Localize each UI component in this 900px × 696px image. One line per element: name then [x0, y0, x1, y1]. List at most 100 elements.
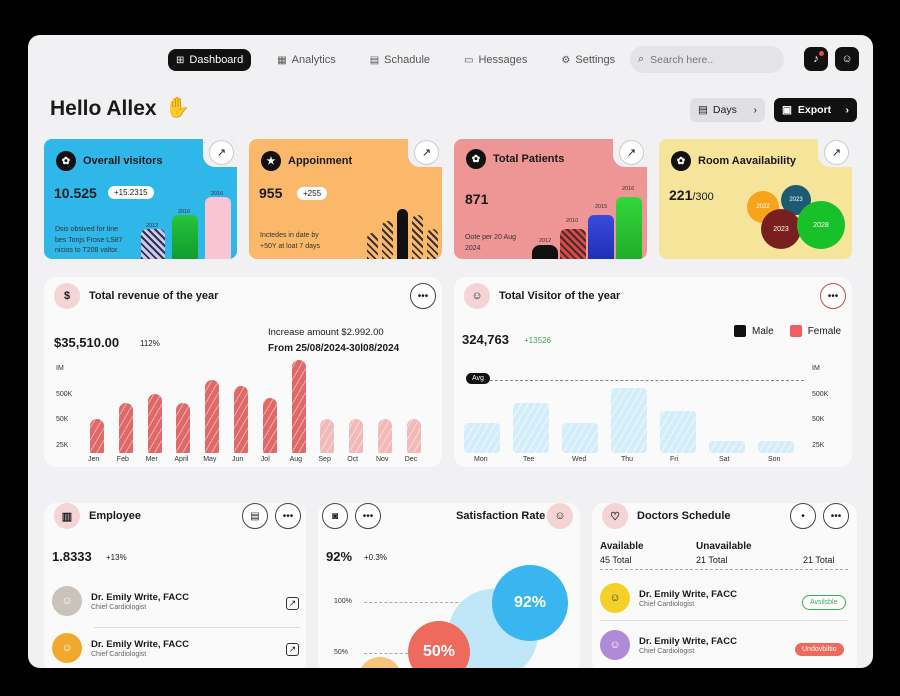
arrow-up-right-icon[interactable]: ↗	[619, 140, 644, 165]
unavailable-label: Unavailable	[696, 541, 752, 552]
employee-change: +13%	[106, 553, 127, 562]
export-button[interactable]: ▣ Export ›	[774, 98, 857, 122]
revenue-bar	[378, 419, 392, 453]
x-label: Aug	[289, 456, 303, 463]
card-room-availability[interactable]: ✿ Room Aavailability ↗ 221/300 2022 2023 …	[659, 139, 852, 259]
arrow-up-right-icon[interactable]: ↗	[209, 140, 234, 165]
y-label: 25K	[812, 442, 825, 449]
rooms-used: 221	[669, 187, 693, 203]
doctor-role: Chief Cardiologist	[639, 647, 695, 655]
arrow-up-right-icon[interactable]: ↗	[286, 597, 299, 610]
more-options-button[interactable]: •••	[410, 283, 436, 309]
user-icon: ☺	[841, 53, 853, 65]
card-overall-visitors[interactable]: ✿ Overall visitors ↗ 10.525 +15.2315 Dsis…	[44, 139, 237, 259]
bar-label: 2015	[595, 204, 608, 210]
avatar: ☺	[52, 586, 82, 616]
card-note: Oote per 20 Aug 2024	[465, 233, 516, 254]
toggle-button[interactable]: •	[790, 503, 816, 529]
employee-row[interactable]: ☺ Dr. Emily Write, FACC Chief Cardiologis…	[52, 633, 189, 663]
doctor-row[interactable]: ☺ Dr. Emily Write, FACC Chief Cardiologis…	[600, 583, 737, 613]
card-note: Dsis obsived for tine bes Tonjs Frose LS8…	[55, 225, 123, 257]
note-line: Dsis obsived for tine	[55, 226, 119, 233]
doctor-info: Dr. Emily Write, FACC Chief Cardiologist	[639, 636, 737, 655]
bar-label: 2016	[211, 191, 224, 197]
arrow-up-right-icon[interactable]: ↗	[824, 140, 849, 165]
avatar: ☺	[600, 630, 630, 660]
x-label: Sep	[318, 456, 331, 463]
card-value: 871	[465, 191, 489, 207]
panel-header: ☺ Total Visitor of the year	[464, 283, 620, 309]
employee-panel: ▥ Employee ▤ ••• 1.8333 +13% ☺ Dr. Emily …	[44, 503, 306, 668]
note-line: Oote per 20 Aug	[465, 234, 516, 241]
x-label: Jen	[88, 456, 100, 463]
satisfaction-value: 92%	[326, 549, 353, 564]
bubble-decor	[358, 657, 402, 668]
divider	[600, 569, 848, 570]
satisfaction-panel: ◙ ••• Satisfaction Rate ☺ 92% +0.3% 100%…	[318, 503, 580, 668]
nav-schedule[interactable]: ▤ Schadule	[362, 49, 438, 71]
nav-analytics-label: Analytics	[291, 54, 336, 66]
panel-header: ♡ Doctors Schedule	[602, 503, 731, 529]
notification-button[interactable]: ♪	[804, 47, 828, 71]
employee-info: Dr. Emily Write, FACC Chief Cardiologist	[91, 592, 189, 611]
card-header: ✿ Room Aavailability	[671, 151, 796, 171]
doctor-row[interactable]: ☺ Dr. Emily Write, FACC Chief Cardiologis…	[600, 630, 737, 660]
revenue-bar	[147, 393, 162, 453]
x-label: April	[174, 456, 189, 463]
y-label: 50%	[334, 649, 349, 656]
y-label: 100%	[334, 598, 352, 605]
nav-messages-label: Hessages	[478, 54, 528, 66]
nav-messages[interactable]: ▭ Hessages	[456, 49, 535, 71]
nav-analytics[interactable]: ▦ Analytics	[269, 49, 343, 71]
gear-icon: ⚙	[561, 54, 571, 66]
x-label: Jol	[260, 456, 270, 463]
legend-male: Male	[752, 325, 774, 337]
note-line: bes Tonjs Frose LS87	[55, 236, 123, 244]
revenue-bar	[118, 402, 133, 453]
arrow-up-right-icon[interactable]: ↗	[414, 140, 439, 165]
revenue-panel: $ Total revenue of the year ••• $35,510.0…	[44, 277, 442, 467]
room-bubble: 2028	[797, 201, 845, 249]
days-button[interactable]: ▤ Days ›	[690, 98, 765, 122]
more-options-button[interactable]: •••	[275, 503, 301, 529]
employee-name: Dr. Emily Write, FACC	[91, 591, 190, 603]
more-options-button[interactable]: •••	[820, 283, 846, 309]
more-options-button[interactable]: •••	[355, 503, 381, 529]
revenue-bar	[176, 402, 191, 453]
top-nav: ⊞ Dashboard ▦ Analytics ▤ Schadule ▭ Hessage…	[168, 47, 623, 73]
patients-bar	[588, 215, 614, 259]
calendar-button[interactable]: ▤	[242, 503, 268, 529]
card-header: ★ Appoinment	[261, 151, 352, 171]
more-icon: •••	[282, 510, 294, 522]
arrow-up-right-icon[interactable]: ↗	[286, 643, 299, 656]
revenue-bar	[291, 360, 306, 453]
nav-settings[interactable]: ⚙ Settings	[553, 49, 623, 71]
employee-role: Chief Cardiologist	[91, 650, 147, 658]
bar-label: 2016	[622, 186, 635, 192]
more-options-button[interactable]: •••	[823, 503, 849, 529]
nav-settings-label: Settings	[575, 54, 616, 66]
avg-badge: Avg	[466, 373, 490, 384]
card-title: Total Patients	[493, 153, 565, 165]
visitor-bar	[513, 403, 549, 453]
bell-icon: ♪	[813, 53, 819, 65]
y-label: 50K	[56, 416, 69, 423]
days-label: Days	[712, 104, 737, 116]
date-range: From 25/08/2024-30l08/2024	[268, 343, 400, 354]
chevron-right-icon: ›	[753, 104, 758, 116]
search-input[interactable]	[650, 53, 771, 66]
revenue-bar	[349, 419, 364, 453]
card-appointment[interactable]: ★ Appoinment ↗ 955 +255 Inctedes in date …	[249, 139, 442, 259]
bubble-high: 92%	[492, 565, 568, 641]
search-box: ⌕	[630, 46, 784, 73]
revenue-bar	[205, 380, 220, 453]
camera-button[interactable]: ◙	[322, 503, 348, 529]
card-total-patients[interactable]: ✿ Total Patients ↗ 871 Oote per 20 Aug 202…	[454, 139, 647, 259]
x-label: Oct	[347, 456, 359, 463]
employee-value: 1.8333	[52, 549, 92, 564]
nav-dashboard[interactable]: ⊞ Dashboard	[168, 49, 252, 71]
profile-button[interactable]: ☺	[835, 47, 859, 71]
employee-row[interactable]: ☺ Dr. Emily Write, FACC Chief Cardiologis…	[52, 586, 189, 616]
card-notch: ↗	[408, 139, 442, 167]
panel-title: Doctors Schedule	[637, 510, 731, 522]
